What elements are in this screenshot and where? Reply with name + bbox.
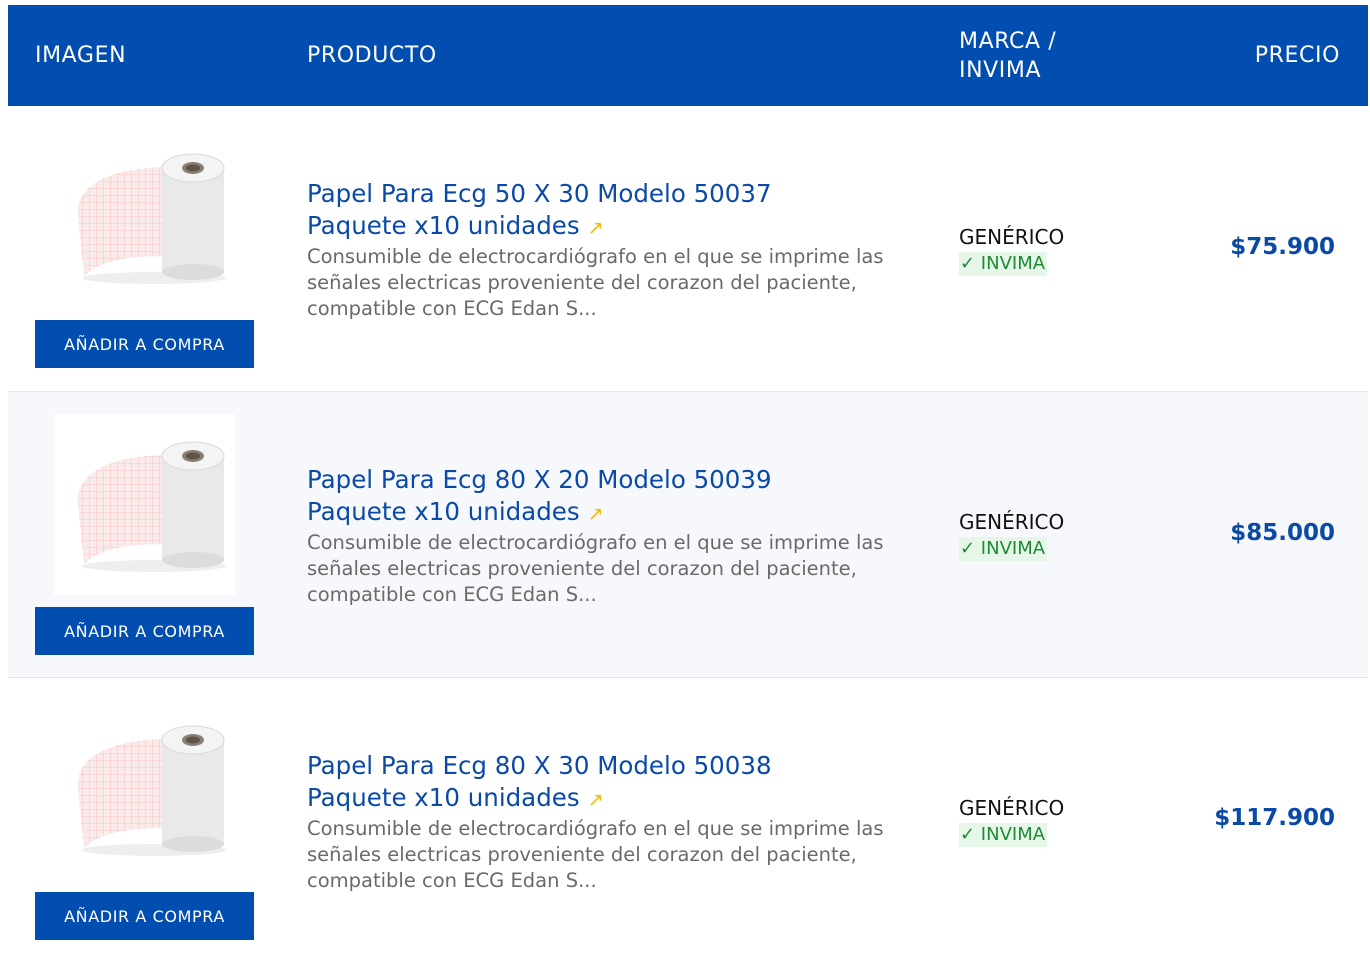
product-info: Papel Para Ecg 80 X 30 Modelo 50038 Paqu… <box>307 750 927 894</box>
products-table: IMAGEN PRODUCTO MARCA / INVIMA PRECIO AÑ… <box>8 5 1368 963</box>
invima-badge: ✓ INVIMA <box>959 823 1048 847</box>
column-header-brand: MARCA / INVIMA <box>959 29 1057 83</box>
add-to-purchase-button[interactable]: AÑADIR A COMPRA <box>35 892 254 940</box>
product-title: Papel Para Ecg 50 X 30 Modelo 50037 Paqu… <box>307 179 772 240</box>
price: $75.900 <box>1230 234 1335 260</box>
table-row: AÑADIR A COMPRA Papel Para Ecg 80 X 20 M… <box>8 392 1368 678</box>
external-link-icon: ↗ <box>587 789 604 811</box>
product-title-link[interactable]: Papel Para Ecg 80 X 20 Modelo 50039 Paqu… <box>307 464 867 530</box>
add-to-purchase-button[interactable]: AÑADIR A COMPRA <box>35 607 254 655</box>
brand-name: GENÉRICO <box>959 225 1065 249</box>
price: $85.000 <box>1230 520 1335 546</box>
invima-badge: ✓ INVIMA <box>959 537 1048 561</box>
product-image[interactable] <box>54 414 235 595</box>
product-info: Papel Para Ecg 80 X 20 Modelo 50039 Paqu… <box>307 464 927 608</box>
product-title-link[interactable]: Papel Para Ecg 50 X 30 Modelo 50037 Paqu… <box>307 178 867 244</box>
ecg-paper-roll-icon <box>77 153 226 284</box>
column-header-image: IMAGEN <box>35 43 127 68</box>
product-description: Consumible de electrocardiógrafo en el q… <box>307 531 884 606</box>
column-header-product: PRODUCTO <box>307 43 437 68</box>
table-row: AÑADIR A COMPRA Papel Para Ecg 80 X 30 M… <box>8 678 1368 963</box>
brand-name: GENÉRICO <box>959 796 1065 820</box>
add-to-purchase-button[interactable]: AÑADIR A COMPRA <box>35 320 254 368</box>
product-title: Papel Para Ecg 80 X 20 Modelo 50039 Paqu… <box>307 465 772 526</box>
product-title: Papel Para Ecg 80 X 30 Modelo 50038 Paqu… <box>307 751 772 812</box>
brand-cell: GENÉRICO ✓ INVIMA <box>959 510 1064 561</box>
external-link-icon: ↗ <box>587 503 604 525</box>
brand-name: GENÉRICO <box>959 510 1065 534</box>
ecg-paper-roll-icon <box>77 441 226 572</box>
table-row: AÑADIR A COMPRA Papel Para Ecg 50 X 30 M… <box>8 106 1368 392</box>
brand-cell: GENÉRICO ✓ INVIMA <box>959 796 1064 847</box>
product-title-link[interactable]: Papel Para Ecg 80 X 30 Modelo 50038 Paqu… <box>307 750 867 816</box>
product-description: Consumible de electrocardiógrafo en el q… <box>307 817 884 892</box>
ecg-paper-roll-icon <box>77 725 226 856</box>
price: $117.900 <box>1214 805 1335 831</box>
invima-badge: ✓ INVIMA <box>959 252 1048 276</box>
external-link-icon: ↗ <box>587 217 604 239</box>
column-header-price: PRECIO <box>1254 43 1340 68</box>
product-image[interactable] <box>54 718 235 860</box>
table-header: IMAGEN PRODUCTO MARCA / INVIMA PRECIO <box>8 5 1368 106</box>
product-info: Papel Para Ecg 50 X 30 Modelo 50037 Paqu… <box>307 178 927 322</box>
product-description: Consumible de electrocardiógrafo en el q… <box>307 245 884 320</box>
brand-cell: GENÉRICO ✓ INVIMA <box>959 225 1064 276</box>
product-image[interactable] <box>54 146 235 288</box>
